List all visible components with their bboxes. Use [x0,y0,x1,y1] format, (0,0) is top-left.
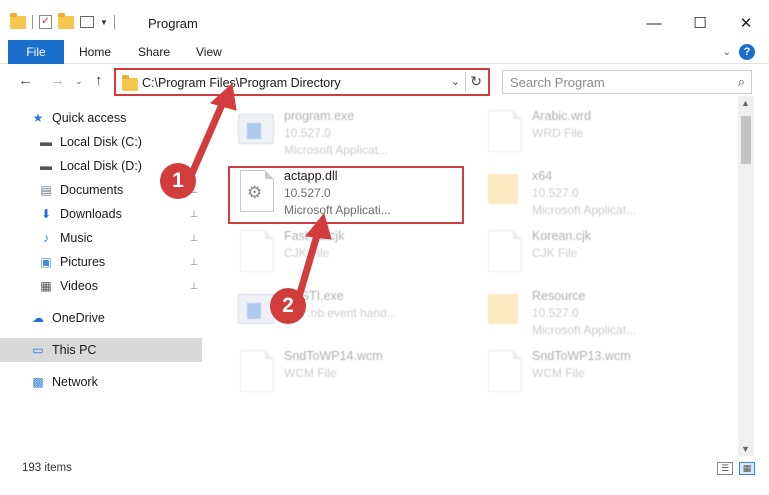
arrow-2-head [305,212,332,240]
step-2-badge: 2 [270,288,306,324]
arrow-2-shaft [294,228,322,304]
annotation-arrows [186,83,332,304]
arrow-1-shaft [186,96,228,182]
arrow-1-head [209,83,237,111]
step-1-badge: 1 [160,163,196,199]
